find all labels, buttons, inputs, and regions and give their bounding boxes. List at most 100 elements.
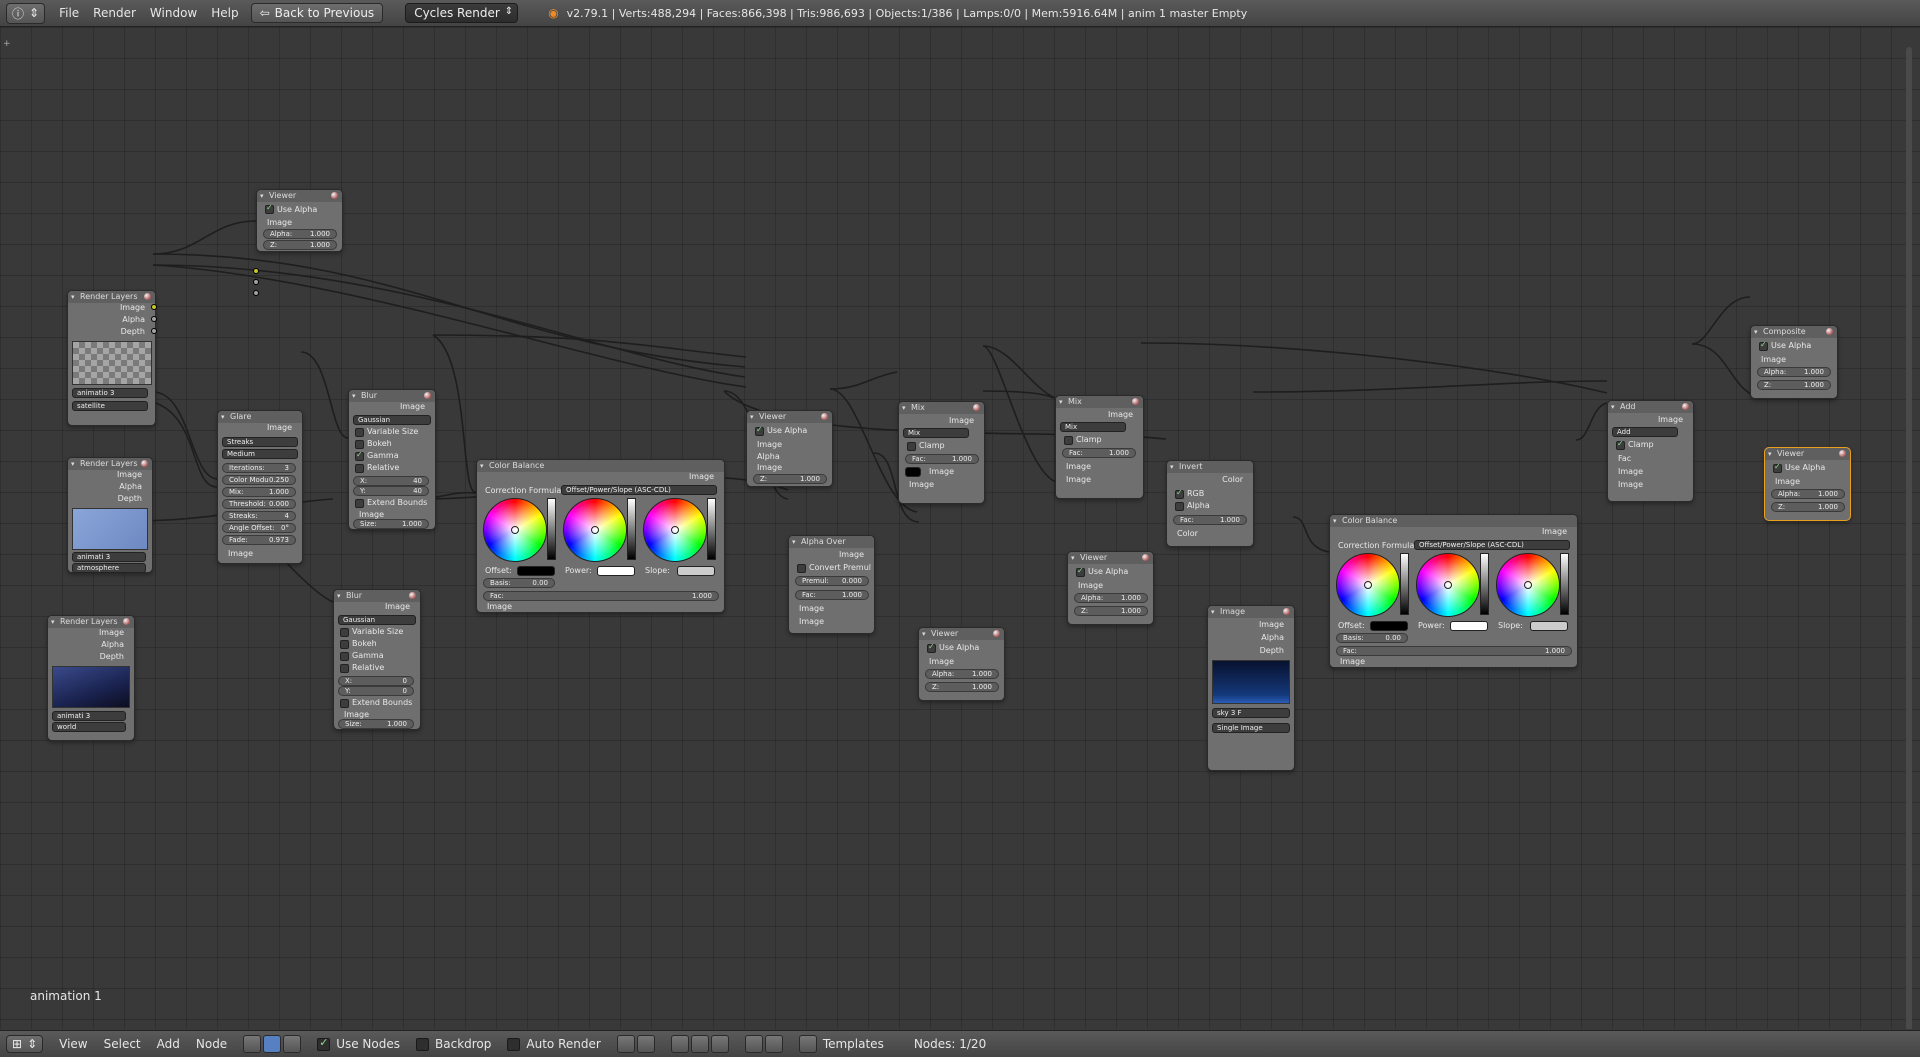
z-field[interactable]: Z: 1.000 bbox=[1074, 606, 1148, 616]
z-field[interactable]: Z: 1.000 bbox=[753, 474, 827, 484]
image-datablock-selector[interactable]: sky 3 F bbox=[1212, 708, 1290, 718]
menu-view[interactable]: View bbox=[59, 1037, 87, 1051]
offset-color-wheel[interactable] bbox=[483, 498, 547, 562]
power-swatch[interactable] bbox=[597, 566, 635, 576]
mix-node-2[interactable]: Mix Image Mix Clamp Fac:1.000 Image Imag… bbox=[1055, 395, 1144, 499]
variable-size-checkbox[interactable] bbox=[355, 428, 364, 437]
premul-field[interactable]: Premul: 0.000 bbox=[795, 576, 869, 586]
fac-field[interactable]: Fac: 1.000 bbox=[1173, 515, 1247, 525]
use-alpha-checkbox[interactable] bbox=[1759, 340, 1768, 351]
viewer-node-2[interactable]: Viewer Use Alpha Image Alpha Image Z:1.0… bbox=[746, 410, 833, 487]
fade-field[interactable]: Fade: 0.973 bbox=[222, 535, 296, 545]
offset-value-slider[interactable] bbox=[547, 498, 556, 560]
power-swatch[interactable] bbox=[1450, 621, 1488, 631]
basis-field[interactable]: Basis: 0.00 bbox=[1336, 633, 1408, 643]
socket-z-in[interactable] bbox=[253, 290, 259, 296]
scene-selector[interactable]: animati 3 bbox=[72, 552, 146, 562]
snap-target-icon[interactable] bbox=[710, 1035, 729, 1053]
invert-node[interactable]: Invert Color RGB Alpha Fac:1.000 Color bbox=[1166, 460, 1254, 547]
blur-filter-select[interactable]: Gaussian bbox=[338, 615, 416, 625]
node-preview-icon[interactable] bbox=[1682, 403, 1689, 410]
backdrop-toggle[interactable]: Backdrop bbox=[416, 1037, 491, 1051]
offset-swatch[interactable] bbox=[517, 566, 555, 576]
use-alpha-checkbox[interactable] bbox=[927, 642, 936, 653]
slope-value-slider[interactable] bbox=[1560, 553, 1569, 615]
socket-image-in[interactable] bbox=[253, 268, 259, 274]
rgb-checkbox[interactable] bbox=[1175, 488, 1184, 499]
socket-alpha-out[interactable] bbox=[151, 316, 157, 322]
node-preview-icon[interactable] bbox=[1839, 450, 1846, 457]
size-field[interactable]: Size: 1.000 bbox=[338, 719, 414, 729]
mix-node-1[interactable]: Mix Image Mix Clamp Fac:1.000 Image Imag… bbox=[898, 401, 985, 504]
slope-swatch[interactable] bbox=[677, 566, 715, 576]
x-field[interactable]: X: 0 bbox=[338, 676, 414, 686]
extend-bounds-checkbox[interactable] bbox=[340, 699, 349, 708]
texture-tree-icon[interactable] bbox=[283, 1035, 302, 1053]
image-source-select[interactable]: Single Image bbox=[1212, 723, 1290, 733]
scene-selector[interactable]: animatio 3 bbox=[72, 388, 148, 398]
color1-swatch[interactable] bbox=[905, 467, 921, 477]
node-preview-icon[interactable] bbox=[331, 192, 338, 199]
blend-mode-select[interactable]: Mix bbox=[1060, 422, 1126, 432]
use-alpha-checkbox[interactable] bbox=[1076, 566, 1085, 577]
auto-render-checkbox[interactable] bbox=[507, 1037, 521, 1051]
size-field[interactable]: Size: 1.000 bbox=[353, 519, 429, 529]
node-preview-icon[interactable] bbox=[1142, 554, 1149, 561]
slope-swatch[interactable] bbox=[1530, 621, 1568, 631]
editor-type-button[interactable]: ⊞ ⇕ bbox=[6, 1035, 44, 1053]
node-preview-icon[interactable] bbox=[144, 293, 151, 300]
relative-checkbox[interactable] bbox=[355, 464, 364, 473]
mix-field[interactable]: Mix: 1.000 bbox=[222, 487, 296, 497]
vertical-scrollbar[interactable] bbox=[1906, 47, 1912, 1029]
socket-image-out[interactable] bbox=[151, 304, 157, 310]
info-editor-type-button[interactable]: ⓘ ⇕ bbox=[6, 2, 46, 24]
alpha-field[interactable]: Alpha: 1.000 bbox=[1757, 367, 1831, 377]
menu-node[interactable]: Node bbox=[196, 1037, 227, 1051]
layer-selector[interactable]: atmosphere bbox=[72, 563, 146, 573]
power-value-slider[interactable] bbox=[627, 498, 636, 560]
alpha-checkbox[interactable] bbox=[1175, 502, 1184, 511]
slope-color-wheel[interactable] bbox=[1496, 553, 1560, 617]
clamp-checkbox[interactable] bbox=[907, 442, 916, 451]
use-alpha-checkbox[interactable] bbox=[1773, 462, 1782, 473]
fac-field[interactable]: Fac: 1.000 bbox=[795, 590, 869, 600]
correction-formula-select[interactable]: Offset/Power/Slope (ASC-CDL) bbox=[561, 485, 717, 495]
socket-alpha-in[interactable] bbox=[253, 279, 259, 285]
render-layers-node-3[interactable]: Render Layers Image Alpha Depth animati … bbox=[47, 615, 135, 741]
y-field[interactable]: Y: 40 bbox=[353, 486, 429, 496]
glare-node[interactable]: Glare Image Streaks Medium Iterations:3 … bbox=[217, 410, 303, 564]
color-balance-node-2[interactable]: Color Balance Image Correction Formula: … bbox=[1329, 514, 1578, 668]
node-preview-icon[interactable] bbox=[424, 392, 431, 399]
viewer-node-active[interactable]: Viewer Use Alpha Image Alpha:1.000 Z:1.0… bbox=[1764, 447, 1851, 521]
pin-icon[interactable] bbox=[616, 1035, 635, 1053]
blend-mode-select[interactable]: Mix bbox=[903, 428, 969, 438]
fac-field[interactable]: Fac: 1.000 bbox=[905, 454, 979, 464]
color-modulation-field[interactable]: Color Modu 0.250 bbox=[222, 475, 296, 485]
gamma-checkbox[interactable] bbox=[355, 450, 364, 461]
power-color-wheel[interactable] bbox=[1416, 553, 1480, 617]
streaks-field[interactable]: Streaks: 4 bbox=[222, 511, 296, 521]
alpha-field[interactable]: Alpha: 1.000 bbox=[925, 669, 999, 679]
clamp-checkbox[interactable] bbox=[1616, 439, 1625, 450]
x-field[interactable]: X: 40 bbox=[353, 476, 429, 486]
correction-formula-select[interactable]: Offset/Power/Slope (ASC-CDL) bbox=[1414, 540, 1570, 550]
node-preview-icon[interactable] bbox=[123, 618, 130, 625]
viewer-node-1[interactable]: Viewer Use Alpha Image Alpha:1.000 Z:1.0… bbox=[256, 189, 343, 252]
z-field[interactable]: Z: 1.000 bbox=[263, 240, 337, 250]
composite-node[interactable]: Composite Use Alpha Image Alpha:1.000 Z:… bbox=[1750, 325, 1838, 399]
node-preview-icon[interactable] bbox=[821, 413, 828, 420]
y-field[interactable]: Y: 0 bbox=[338, 686, 414, 696]
back-to-previous-button[interactable]: ⇦ Back to Previous bbox=[250, 3, 384, 23]
use-alpha-checkbox[interactable] bbox=[755, 425, 764, 436]
z-field[interactable]: Z: 1.000 bbox=[1757, 380, 1831, 390]
shader-tree-icon[interactable] bbox=[243, 1035, 262, 1053]
add-node[interactable]: Add Image Add Clamp Fac Image Image bbox=[1607, 400, 1694, 502]
socket-depth-out[interactable] bbox=[151, 328, 157, 334]
snap-element-icon[interactable] bbox=[690, 1035, 709, 1053]
bokeh-checkbox[interactable] bbox=[355, 440, 364, 449]
node-preview-icon[interactable] bbox=[1132, 398, 1139, 405]
snap-icon[interactable] bbox=[670, 1035, 689, 1053]
viewer-node-4[interactable]: Viewer Use Alpha Image Alpha:1.000 Z:1.0… bbox=[1067, 551, 1154, 625]
blur-node-1[interactable]: Blur Image Gaussian Variable Size Bokeh … bbox=[348, 389, 436, 530]
offset-value-slider[interactable] bbox=[1400, 553, 1409, 615]
